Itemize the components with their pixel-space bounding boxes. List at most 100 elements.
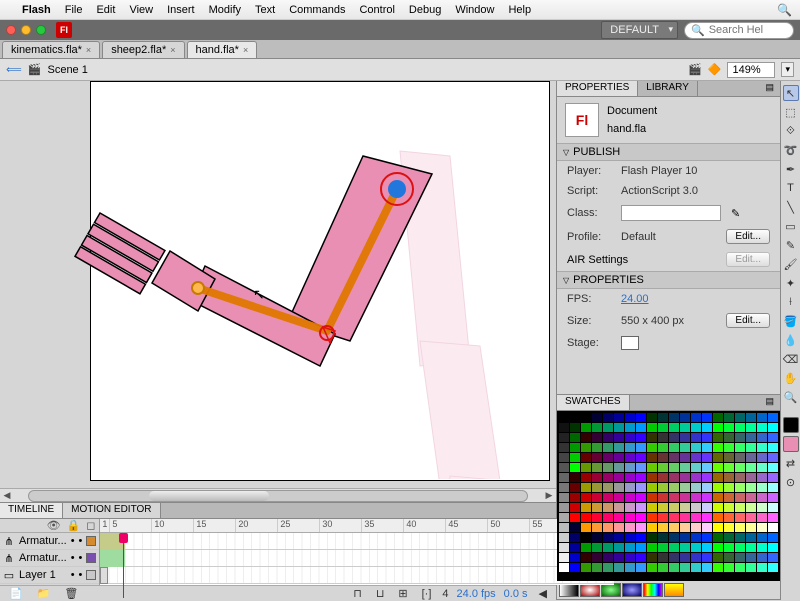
publish-section[interactable]: ▽PUBLISH	[557, 143, 780, 161]
app-menu[interactable]: Flash	[22, 4, 51, 16]
swatches-grid[interactable]	[557, 411, 780, 581]
scroll-left-icon[interactable]: ◀	[0, 490, 14, 501]
menu-view[interactable]: View	[129, 4, 153, 16]
panel-menu-icon[interactable]: ▤	[759, 81, 780, 96]
menu-window[interactable]: Window	[455, 4, 494, 16]
fps-value[interactable]: 24.00	[621, 293, 649, 305]
menu-commands[interactable]: Commands	[289, 4, 345, 16]
help-search[interactable]: 🔍	[684, 22, 794, 39]
selection-tool[interactable]: ↖	[783, 85, 799, 101]
new-folder-icon[interactable]: 📁	[34, 586, 54, 601]
profile-edit-button[interactable]: Edit...	[726, 229, 770, 244]
close-window-icon[interactable]	[6, 25, 16, 35]
tab-timeline[interactable]: TIMELINE	[0, 503, 63, 518]
layer-row[interactable]: ⋔ Armatur... ••	[0, 550, 99, 567]
menu-help[interactable]: Help	[508, 4, 531, 16]
doc-tab-hand[interactable]: hand.fla*×	[187, 41, 258, 58]
timeline-ruler[interactable]: 151015202530354045505560	[100, 519, 614, 533]
fill-color-chip[interactable]	[783, 436, 799, 452]
menu-modify[interactable]: Modify	[209, 4, 241, 16]
minimize-window-icon[interactable]	[21, 25, 31, 35]
hand-tool[interactable]: ✋	[783, 370, 799, 386]
edit-symbol-icon[interactable]: 🔶	[708, 63, 722, 76]
lock-header-icon[interactable]: 🔒	[67, 519, 81, 532]
onion-outlines-icon[interactable]: ⊔	[373, 586, 388, 601]
close-icon[interactable]: ×	[170, 45, 175, 55]
lasso-tool[interactable]: ➰	[783, 142, 799, 158]
spotlight-icon[interactable]: 🔍	[777, 3, 792, 17]
doc-tab-kinematics[interactable]: kinematics.fla*×	[2, 41, 100, 58]
scroll-right-icon[interactable]: ▶	[542, 490, 556, 501]
onion-markers-icon[interactable]: [·]	[419, 587, 435, 601]
swap-colors-icon[interactable]: ⇄	[783, 455, 799, 471]
layer-name[interactable]: Armatur...	[19, 535, 67, 547]
eyedropper-tool[interactable]: 💧	[783, 332, 799, 348]
stage-hscroll[interactable]: ◀ ▶	[0, 488, 556, 502]
gradient-swatch[interactable]	[643, 583, 663, 597]
properties-section[interactable]: ▽PROPERTIES	[557, 271, 780, 289]
line-tool[interactable]: ╲	[783, 199, 799, 215]
brush-tool[interactable]: 🖌	[783, 256, 799, 272]
layer-color-chip[interactable]	[86, 553, 96, 563]
onion-skin-icon[interactable]: ⊓	[350, 586, 365, 601]
menu-insert[interactable]: Insert	[167, 4, 195, 16]
rectangle-tool[interactable]: ▭	[783, 218, 799, 234]
panel-menu-icon[interactable]: ▤	[759, 395, 780, 410]
scroll-track[interactable]	[28, 490, 528, 502]
help-search-input[interactable]	[709, 24, 789, 36]
class-input[interactable]	[621, 205, 721, 221]
tab-library[interactable]: LIBRARY	[638, 81, 698, 96]
zoom-input[interactable]	[727, 62, 775, 78]
workspace-dropdown[interactable]: DEFAULT	[601, 21, 678, 39]
stroke-color-chip[interactable]	[783, 417, 799, 433]
gradient-swatch[interactable]	[601, 583, 621, 597]
vis-dot-icon[interactable]: •	[71, 535, 75, 547]
delete-layer-icon[interactable]: 🗑	[61, 586, 81, 601]
pencil-icon[interactable]: ✎	[731, 207, 740, 220]
scroll-left-icon[interactable]: ◀	[536, 586, 550, 601]
vis-dot-icon[interactable]: •	[71, 552, 75, 564]
lock-dot-icon[interactable]: •	[79, 535, 83, 547]
new-layer-icon[interactable]: 📄	[6, 586, 26, 601]
zoom-window-icon[interactable]	[36, 25, 46, 35]
size-edit-button[interactable]: Edit...	[726, 313, 770, 328]
text-tool[interactable]: T	[783, 180, 799, 196]
layer-row[interactable]: ⋔ Armatur... ••	[0, 533, 99, 550]
visibility-header-icon[interactable]: 👁	[47, 519, 61, 532]
gradient-swatch[interactable]	[580, 583, 600, 597]
playhead[interactable]	[123, 533, 124, 598]
gradient-swatch[interactable]	[622, 583, 642, 597]
vis-dot-icon[interactable]: •	[71, 569, 75, 581]
zoom-dropdown[interactable]: ▾	[781, 62, 794, 77]
menu-edit[interactable]: Edit	[96, 4, 115, 16]
scroll-thumb[interactable]	[149, 491, 269, 501]
deco-tool[interactable]: ✦	[783, 275, 799, 291]
subselection-tool[interactable]: ⬚	[783, 104, 799, 120]
bone-tool[interactable]: ⟊	[783, 294, 799, 310]
gradient-swatch[interactable]	[559, 583, 579, 597]
layer-color-chip[interactable]	[86, 536, 96, 546]
menu-control[interactable]: Control	[359, 4, 394, 16]
menu-file[interactable]: File	[65, 4, 83, 16]
doc-tab-sheep2[interactable]: sheep2.fla*×	[102, 41, 184, 58]
menu-debug[interactable]: Debug	[409, 4, 441, 16]
layer-name[interactable]: Layer 1	[19, 569, 67, 581]
gradient-swatch[interactable]	[664, 583, 684, 597]
lock-dot-icon[interactable]: •	[79, 569, 83, 581]
pencil-tool[interactable]: ✎	[783, 237, 799, 253]
frames-grid[interactable]	[100, 533, 614, 584]
zoom-tool[interactable]: 🔍	[783, 389, 799, 405]
stage-color-chip[interactable]	[621, 336, 639, 350]
eraser-tool[interactable]: ⌫	[783, 351, 799, 367]
lock-dot-icon[interactable]: •	[79, 552, 83, 564]
stage[interactable]: ↖	[0, 81, 556, 488]
free-transform-tool[interactable]: ⟐	[783, 123, 799, 139]
layer-row[interactable]: ▭ Layer 1 ••	[0, 567, 99, 584]
pen-tool[interactable]: ✒	[783, 161, 799, 177]
edit-multiple-icon[interactable]: ⊞	[395, 586, 410, 601]
outline-header-icon[interactable]: ◻	[86, 519, 95, 532]
edit-scene-icon[interactable]: 🎬	[688, 63, 702, 76]
menu-text[interactable]: Text	[255, 4, 275, 16]
back-arrow-icon[interactable]: ⟸	[6, 63, 22, 76]
layer-name[interactable]: Armatur...	[19, 552, 67, 564]
